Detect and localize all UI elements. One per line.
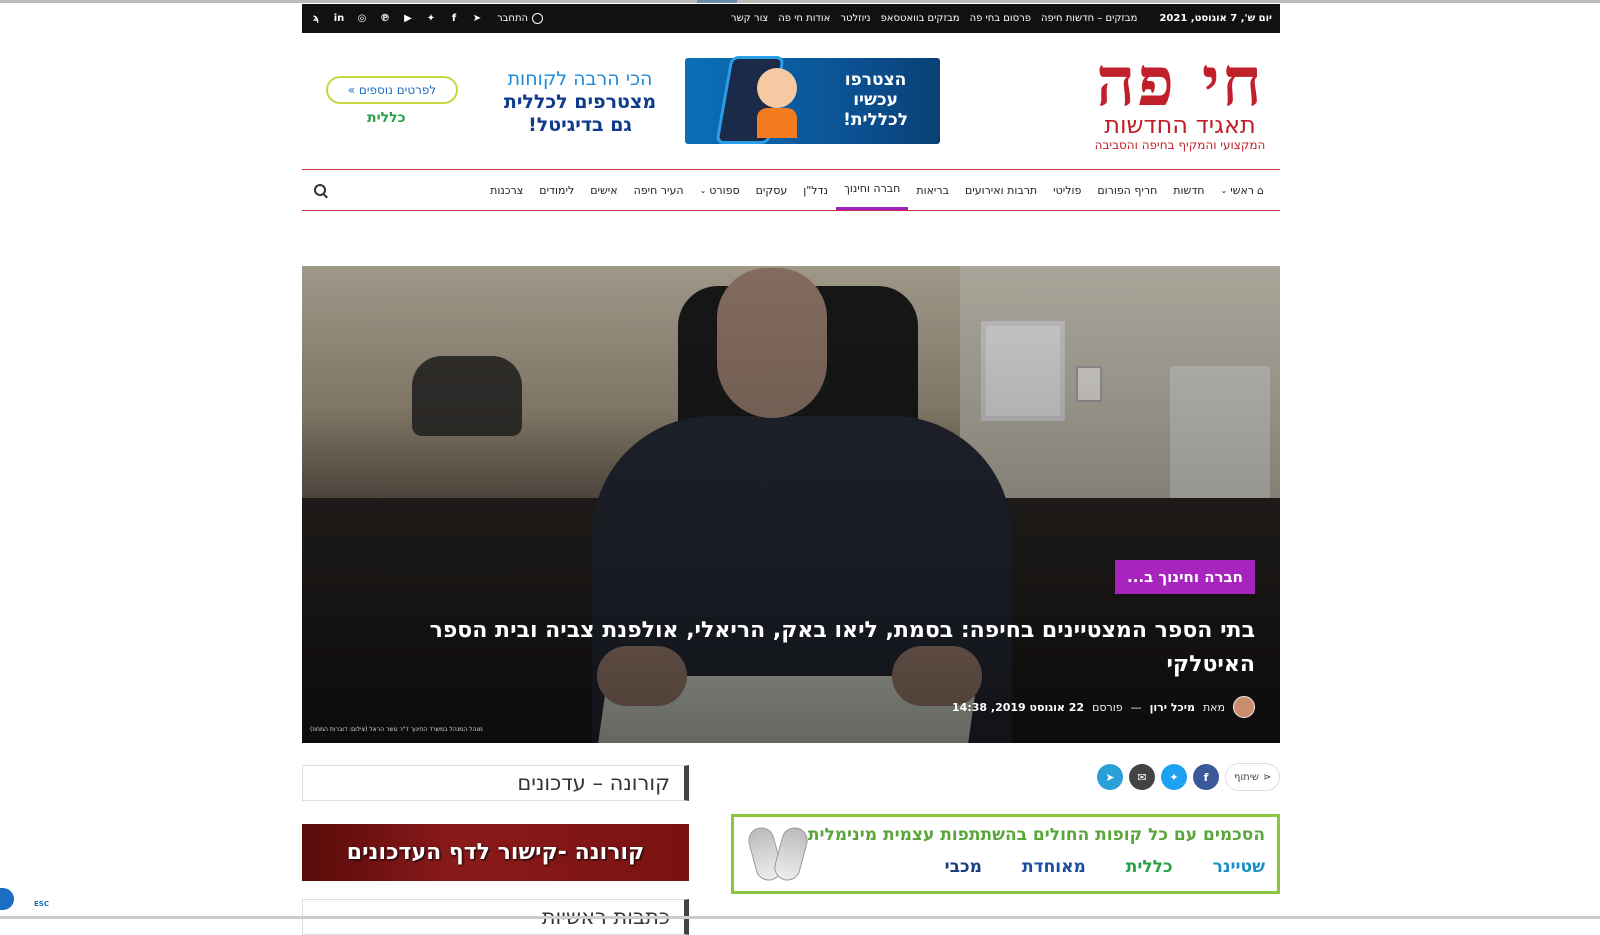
pinterest-icon[interactable]: ℗ xyxy=(379,13,391,24)
character-head xyxy=(757,68,797,108)
main-nav: ⌂ ראשי ⌄ חדשות חריף הפורום פוליטי תרבות וא… xyxy=(302,169,1280,211)
nav-item-real-estate[interactable]: נדל"ן xyxy=(795,170,836,210)
share-bar: ⋖ שיתוף f ✦ ✉ ➤ xyxy=(1097,763,1281,791)
article-category-badge[interactable]: חברה וחינוך ב... xyxy=(1115,560,1255,594)
logo-subtitle: תאגיד החדשות xyxy=(1104,111,1256,139)
current-date: יום ש', 7 אוגוסט, 2021 xyxy=(1159,13,1272,24)
sidebar-corona-title: קורונה – עדכונים xyxy=(302,765,689,801)
chevron-down-icon: ⌄ xyxy=(699,185,707,195)
author-avatar xyxy=(1233,696,1255,718)
nav-item-sport[interactable]: ספורט ⌄ xyxy=(692,170,748,210)
twitter-share-icon[interactable]: ✦ xyxy=(1161,764,1187,790)
clalit-logo: כללית xyxy=(1125,857,1173,877)
share-button[interactable]: ⋖ שיתוף xyxy=(1225,763,1281,791)
photo-credit: מנהל המנהל במשרד החינוך ד"ר טשר הראל (צי… xyxy=(310,726,483,733)
top-link-news-flashes[interactable]: מבזקים – חדשות חיפה xyxy=(1041,13,1137,24)
top-link-about[interactable]: אודות חי פה xyxy=(778,13,830,24)
meta-separator: — xyxy=(1130,700,1142,714)
top-link-whatsapp[interactable]: מבזקים בוואטסאפ xyxy=(881,13,960,24)
nav-item-news[interactable]: חדשות xyxy=(1165,170,1212,210)
featured-article[interactable]: חברה וחינוך ב... בתי הספר המצטיינים בחיפ… xyxy=(302,266,1280,743)
share-label: שיתוף xyxy=(1234,771,1260,783)
ad-phone-image: הצטרפו עכשיו לכללית! xyxy=(685,56,940,144)
top-link-newsletter[interactable]: ניוזלטר xyxy=(840,13,870,24)
header-ad-banner[interactable]: הצטרפו עכשיו לכללית! הכי הרבה לקוחות מצט… xyxy=(325,52,945,146)
youtube-icon[interactable]: ▶ xyxy=(402,13,414,24)
ad-headline: הכי הרבה לקוחות מצטרפים לכללית גם בדיגיט… xyxy=(503,68,657,136)
ad-more-details-button[interactable]: לפרטים נוספים » xyxy=(326,76,458,104)
social-links: ϡ in ◎ ℗ ▶ ✦ f ➤ xyxy=(310,13,483,24)
published-label: פורסם xyxy=(1092,700,1123,714)
nav-item-society-education[interactable]: חברה וחינוך xyxy=(835,170,909,210)
logo-tagline: המקצועי והמקיף בחיפה והסביבה xyxy=(1094,138,1266,152)
author-name[interactable]: מיכל ירון xyxy=(1150,701,1195,714)
login-label: התחבר xyxy=(497,13,529,24)
hearing-aid-ad[interactable]: הסכמים עם כל קופות החולים בהשתתפות עצמית… xyxy=(731,814,1280,894)
character-body xyxy=(757,108,797,138)
by-label: מאת xyxy=(1202,700,1225,714)
page-progress-bar xyxy=(0,0,1600,3)
nav-item-politics[interactable]: פוליטי xyxy=(1045,170,1089,210)
top-bar: יום ש', 7 אוגוסט, 2021 מבזקים – חדשות חי… xyxy=(302,4,1280,33)
search-icon[interactable] xyxy=(314,184,326,196)
linkedin-icon[interactable]: in xyxy=(333,13,345,24)
rss-icon[interactable]: ϡ xyxy=(310,13,322,24)
telegram-icon[interactable]: ➤ xyxy=(471,13,483,24)
chevron-down-icon: ⌄ xyxy=(1220,185,1228,195)
maccabi-logo: מכבי xyxy=(944,857,982,877)
nav-item-people[interactable]: אישים xyxy=(582,170,625,210)
nav-item-health[interactable]: בריאות xyxy=(908,170,957,210)
login-link[interactable]: התחבר xyxy=(497,13,544,24)
article-meta: מאת מיכל ירון — פורסם 22 אוגוסט 2019, 14… xyxy=(952,696,1255,718)
twitter-icon[interactable]: ✦ xyxy=(425,13,437,24)
publish-date: 22 אוגוסט 2019, 14:38 xyxy=(952,700,1085,714)
nav-item-city-haifa[interactable]: העיר חיפה xyxy=(626,170,692,210)
share-icon: ⋖ xyxy=(1263,771,1272,783)
top-links: מבזקים – חדשות חיפה פרסום בחי פה מבזקים … xyxy=(731,13,1138,24)
esc-label: ESC xyxy=(34,900,49,908)
article-title[interactable]: בתי הספר המצטיינים בחיפה: בסמת, ליאו באק… xyxy=(395,614,1255,682)
logo-title: חי פה xyxy=(1096,42,1264,122)
corona-updates-banner[interactable]: קורונה -קישור לדף העדכונים xyxy=(302,824,689,881)
meuhedet-logo: מאוחדת xyxy=(1021,857,1086,877)
instagram-icon[interactable]: ◎ xyxy=(356,13,368,24)
nav-item-home[interactable]: ⌂ ראשי ⌄ xyxy=(1212,170,1272,210)
steiner-logo: שטיינר xyxy=(1212,857,1265,877)
telegram-share-icon[interactable]: ➤ xyxy=(1097,764,1123,790)
accessibility-icon[interactable] xyxy=(0,888,14,910)
facebook-icon[interactable]: f xyxy=(448,13,460,24)
facebook-share-icon[interactable]: f xyxy=(1193,764,1219,790)
hearing-aid-image xyxy=(744,824,814,885)
user-icon xyxy=(532,13,544,24)
ad2-headline: הסכמים עם כל קופות החולים בהשתתפות עצמית… xyxy=(807,825,1265,845)
nav-item-forum[interactable]: חריף הפורום xyxy=(1089,170,1165,210)
nav-item-consumer[interactable]: צרכנות xyxy=(482,170,531,210)
nav-item-culture[interactable]: תרבות ואירועים xyxy=(957,170,1045,210)
ad2-logos: שטיינר כללית מאוחדת מכבי xyxy=(945,857,1265,877)
nav-item-studies[interactable]: לימודים xyxy=(531,170,582,210)
top-link-advertise[interactable]: פרסום בחי פה xyxy=(970,13,1031,24)
site-logo[interactable]: חי פה תאגיד החדשות המקצועי והמקיף בחיפה … xyxy=(1080,42,1280,152)
nav-item-business[interactable]: עסקים xyxy=(748,170,796,210)
clalit-logo: כללית xyxy=(367,110,406,126)
email-share-icon[interactable]: ✉ xyxy=(1129,764,1155,790)
home-icon: ⌂ xyxy=(1257,183,1264,197)
top-link-contact[interactable]: צור קשר xyxy=(731,13,768,24)
ad-phone-text: הצטרפו עכשיו לכללית! xyxy=(843,70,908,130)
